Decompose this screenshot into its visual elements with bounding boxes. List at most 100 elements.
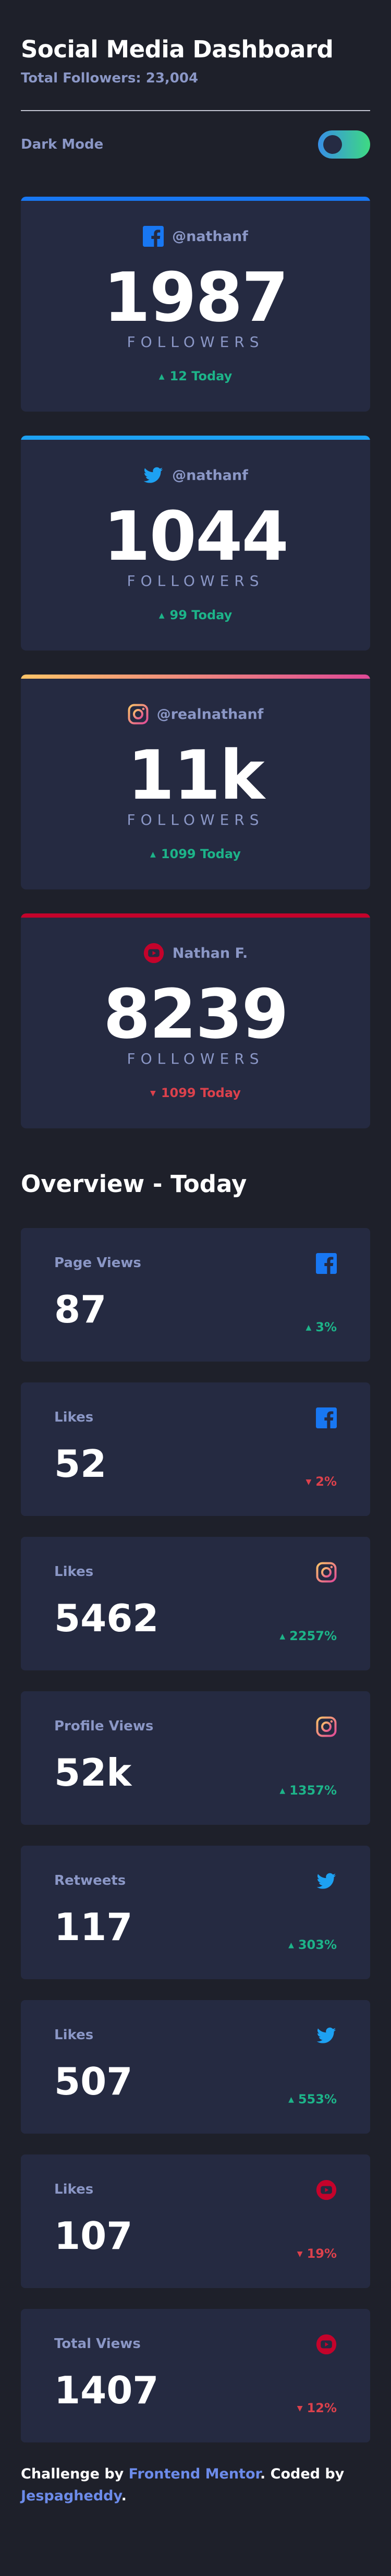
overview-change: ▲ 1357% [279, 1783, 337, 1798]
trend-arrow-icon: ▼ [297, 2250, 303, 2258]
overview-change: ▲ 2257% [279, 1629, 337, 1643]
trend-arrow-icon: ▲ [306, 1323, 312, 1332]
card-handle: @nathanf [21, 465, 370, 486]
trend-arrow-icon: ▼ [306, 1478, 312, 1486]
instagram-icon [316, 1716, 337, 1737]
overview-value: 117 [54, 1905, 133, 1949]
overview-list: Page Views 87 ▲ 3% Likes 52 ▼ 2% Likes 546… [21, 1228, 370, 2442]
youtube-icon [316, 2334, 337, 2355]
overview-card[interactable]: Page Views 87 ▲ 3% [21, 1228, 370, 1362]
twitter-icon [316, 1871, 337, 1892]
follower-card-youtube[interactable]: Nathan F. 8239 FOLLOWERS ▼ 1099 Today [21, 913, 370, 1128]
overview-card[interactable]: Retweets 117 ▲ 303% [21, 1846, 370, 1979]
overview-card[interactable]: Total Views 1407 ▼ 12% [21, 2309, 370, 2442]
overview-change-text: 12% [307, 2401, 337, 2415]
overview-value: 507 [54, 2060, 133, 2103]
overview-change: ▲ 303% [288, 1937, 337, 1952]
overview-change: ▲ 3% [306, 1320, 337, 1334]
card-accent-bar [21, 436, 370, 440]
today-change-text: 1099 Today [161, 847, 241, 861]
facebook-icon [316, 1253, 337, 1274]
author-link[interactable]: Jespagheddy [21, 2488, 121, 2504]
follower-cards: @nathanf 1987 FOLLOWERS ▲ 12 Today @natha… [21, 197, 370, 1128]
overview-value: 52 [54, 1442, 107, 1486]
trend-arrow-icon: ▼ [297, 2404, 303, 2413]
card-handle: Nathan F. [21, 943, 370, 964]
overview-label: Likes [54, 2182, 94, 2197]
instagram-icon [128, 704, 149, 725]
overview-value: 52k [54, 1751, 132, 1795]
follower-count: 11k [127, 736, 264, 815]
overview-change: ▼ 12% [297, 2401, 337, 2415]
followers-label: FOLLOWERS [127, 1050, 264, 1067]
overview-label: Likes [54, 1564, 94, 1580]
facebook-icon [316, 1407, 337, 1428]
overview-value: 1407 [54, 2368, 159, 2412]
overview-change-text: 1357% [289, 1783, 337, 1798]
overview-card[interactable]: Likes 507 ▲ 553% [21, 2000, 370, 2134]
frontend-mentor-link[interactable]: Frontend Mentor [129, 2466, 260, 2482]
dark-mode-toggle[interactable] [318, 130, 370, 159]
overview-card[interactable]: Likes 52 ▼ 2% [21, 1382, 370, 1516]
today-change-text: 1099 Today [161, 1086, 241, 1100]
follower-card-instagram[interactable]: @realnathanf 11k FOLLOWERS ▲ 1099 Today [21, 675, 370, 889]
twitter-icon [316, 2025, 337, 2046]
overview-label: Likes [54, 2027, 94, 2043]
trend-arrow-icon: ▲ [158, 372, 165, 381]
card-handle: @nathanf [21, 226, 370, 247]
handle-text: @nathanf [172, 228, 248, 245]
overview-value: 5462 [54, 1596, 159, 1640]
trend-arrow-icon: ▲ [288, 1941, 294, 1949]
followers-label: FOLLOWERS [127, 811, 264, 828]
toggle-knob [323, 135, 342, 154]
overview-card[interactable]: Profile Views 52k ▲ 1357% [21, 1691, 370, 1825]
youtube-icon [143, 943, 164, 964]
handle-text: @realnathanf [156, 706, 264, 723]
footer-suffix: . [121, 2487, 127, 2504]
instagram-icon [316, 1562, 337, 1583]
follower-count: 1044 [103, 497, 289, 576]
youtube-icon [316, 2180, 337, 2200]
follower-count: 8239 [103, 974, 289, 1054]
overview-change: ▼ 19% [297, 2246, 337, 2261]
today-change: ▲ 12 Today [21, 369, 370, 383]
trend-arrow-icon: ▲ [279, 1632, 286, 1641]
total-followers: Total Followers: 23,004 [21, 70, 199, 86]
followers-label: FOLLOWERS [127, 333, 264, 351]
overview-change-text: 19% [307, 2246, 337, 2261]
dashboard-page: Social Media Dashboard Total Followers: … [0, 0, 391, 2576]
facebook-icon [143, 226, 164, 247]
overview-change-text: 3% [315, 1320, 337, 1334]
overview-change-text: 303% [298, 1937, 337, 1952]
follower-count: 1987 [103, 258, 289, 337]
today-change-text: 99 Today [169, 608, 233, 622]
trend-arrow-icon: ▲ [288, 2096, 294, 2104]
overview-label: Likes [54, 1410, 94, 1425]
dashboard-header: Social Media Dashboard Total Followers: … [21, 0, 370, 86]
overview-change-text: 2257% [289, 1629, 337, 1643]
handle-text: Nathan F. [172, 945, 248, 961]
overview-label: Retweets [54, 1873, 126, 1888]
trend-arrow-icon: ▼ [150, 1089, 156, 1098]
overview-change: ▼ 2% [306, 1474, 337, 1489]
overview-card[interactable]: Likes 5462 ▲ 2257% [21, 1537, 370, 1670]
attribution-footer: Challenge by Frontend Mentor. Coded by J… [21, 2463, 370, 2507]
card-accent-bar [21, 675, 370, 679]
today-change: ▲ 1099 Today [21, 847, 370, 861]
overview-label: Page Views [54, 1255, 141, 1271]
trend-arrow-icon: ▲ [150, 850, 156, 859]
overview-value: 107 [54, 2214, 133, 2258]
follower-card-facebook[interactable]: @nathanf 1987 FOLLOWERS ▲ 12 Today [21, 197, 370, 412]
overview-change-text: 2% [315, 1474, 337, 1489]
overview-title: Overview - Today [21, 1170, 247, 1198]
footer-middle: . Coded by [260, 2466, 345, 2482]
today-change-text: 12 Today [169, 369, 233, 383]
overview-card[interactable]: Likes 107 ▼ 19% [21, 2154, 370, 2288]
follower-card-twitter[interactable]: @nathanf 1044 FOLLOWERS ▲ 99 Today [21, 436, 370, 651]
trend-arrow-icon: ▲ [279, 1787, 286, 1795]
followers-label: FOLLOWERS [127, 572, 264, 589]
dark-mode-label: Dark Mode [21, 137, 104, 152]
trend-arrow-icon: ▲ [158, 611, 165, 620]
overview-change-text: 553% [298, 2092, 337, 2106]
today-change: ▼ 1099 Today [21, 1086, 370, 1100]
